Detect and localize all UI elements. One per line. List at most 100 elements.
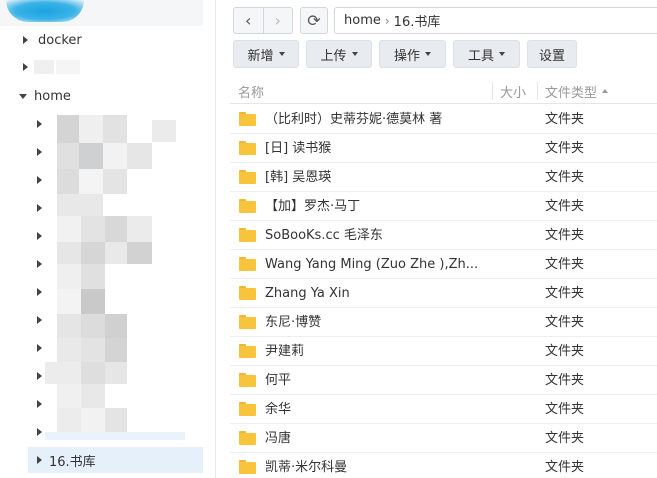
redacted-block [81,216,105,242]
file-station-window: docker home 16.书库 ‹ › ⟳ home › 16.书库 新增 … [0,0,657,478]
file-name: 【加】罗杰·马丁 [265,199,361,214]
file-type: 文件夹 [545,373,585,388]
path-bar[interactable]: home › 16.书库 [334,7,657,34]
dropdown-caret-icon [499,52,505,56]
redacted-block [79,115,103,143]
redacted-block [103,115,127,143]
collapse-arrow-icon[interactable] [18,91,28,101]
tree-item-library[interactable]: 16.书库 [28,447,203,473]
expand-arrow-icon[interactable] [34,287,44,297]
table-row[interactable]: Wang Yang Ming (Zuo Zhe ),Zh... 文件夹 [230,250,657,279]
file-type: 文件夹 [545,431,585,446]
redacted-block [57,242,81,264]
history-nav: ‹ › [233,7,293,34]
table-row[interactable]: 凯蒂·米尔科曼 文件夹 [230,453,657,478]
file-name: [日] 读书猴 [265,141,332,156]
forward-button[interactable]: › [262,8,293,33]
redacted-block [57,216,81,242]
tree-item-label: 16.书库 [49,454,96,470]
tools-button[interactable]: 工具 [453,40,520,68]
table-row[interactable]: Zhang Ya Xin 文件夹 [230,279,657,308]
redacted-block [105,216,127,242]
expand-arrow-icon[interactable] [34,455,44,465]
column-header-name[interactable]: 名称 [238,78,264,104]
action-button[interactable]: 操作 [379,40,446,68]
file-type: 文件夹 [545,315,585,330]
expand-arrow-icon[interactable] [34,231,44,241]
column-header-size[interactable]: 大小 [500,78,526,104]
file-type: 文件夹 [545,344,585,359]
settings-button-label: 设置 [538,48,565,64]
path-segment[interactable]: 16.书库 [394,11,441,30]
redacted-block [105,362,127,384]
expand-arrow-icon[interactable] [20,35,30,45]
expand-arrow-icon[interactable] [34,147,44,157]
redacted-block [79,169,103,194]
expand-arrow-icon[interactable] [34,119,44,129]
redacted-block [57,384,81,408]
sort-ascending-icon [602,89,609,93]
folder-icon [239,257,256,271]
redacted-block [57,169,79,194]
new-button[interactable]: 新增 [233,40,299,68]
redacted-block [34,60,54,74]
expand-arrow-icon[interactable] [34,343,44,353]
path-segment[interactable]: home [344,13,381,28]
table-row[interactable]: 冯唐 文件夹 [230,424,657,453]
tree-item-label: docker [38,32,82,48]
expand-arrow-icon[interactable] [34,371,44,381]
redacted-block [56,60,80,74]
column-divider[interactable] [492,82,493,100]
folder-icon [239,315,256,329]
path-separator-icon: › [384,13,390,28]
file-name: Wang Yang Ming (Zuo Zhe ),Zh... [265,257,479,272]
expand-arrow-icon[interactable] [34,259,44,269]
file-name: 余华 [265,402,292,417]
tree-item-docker[interactable]: docker [0,27,203,53]
settings-button[interactable]: 设置 [527,40,577,68]
redacted-block [57,338,81,362]
column-divider[interactable] [537,82,538,100]
folder-icon [239,199,256,213]
file-name: 尹建莉 [265,344,305,359]
expand-arrow-icon[interactable] [20,62,30,72]
upload-button-label: 上传 [320,48,347,64]
tree-item-redacted[interactable] [0,54,203,80]
dropdown-caret-icon [351,52,358,56]
column-header-type[interactable]: 文件类型 [545,78,609,104]
expand-arrow-icon[interactable] [34,175,44,185]
redacted-block [57,314,81,338]
redacted-block [57,289,81,314]
table-row[interactable]: 尹建莉 文件夹 [230,337,657,366]
back-button[interactable]: ‹ [234,8,263,33]
table-row[interactable]: 何平 文件夹 [230,366,657,395]
file-table-body: （比利时）史蒂芬妮·德莫林 著 文件夹 [日] 读书猴 文件夹 [韩] 吴恩瑛 … [230,105,657,478]
table-row[interactable]: （比利时）史蒂芬妮·德莫林 著 文件夹 [230,105,657,134]
expand-arrow-icon[interactable] [34,203,44,213]
tools-button-label: 工具 [467,48,494,64]
table-row[interactable]: SoBooKs.cc 毛泽东 文件夹 [230,221,657,250]
action-toolbar: 新增 上传 操作 工具 设置 [233,40,584,68]
folder-icon [239,373,256,387]
refresh-icon: ⟳ [307,11,321,30]
expand-arrow-icon[interactable] [34,315,44,325]
redacted-block [57,194,103,216]
folder-icon [239,228,256,242]
expand-arrow-icon[interactable] [34,399,44,409]
refresh-button[interactable]: ⟳ [300,7,328,34]
file-name: 冯唐 [265,431,292,446]
table-row[interactable]: [日] 读书猴 文件夹 [230,134,657,163]
redacted-block [81,362,105,384]
back-icon: ‹ [245,11,252,30]
upload-button[interactable]: 上传 [306,40,372,68]
file-type: 文件夹 [545,402,585,417]
table-row[interactable]: [韩] 吴恩瑛 文件夹 [230,163,657,192]
expand-arrow-icon[interactable] [34,427,44,437]
forward-icon: › [274,11,281,30]
tree-item-home[interactable]: home [0,83,203,109]
table-row[interactable]: 余华 文件夹 [230,395,657,424]
table-row[interactable]: 东尼·博赞 文件夹 [230,308,657,337]
redacted-block [81,384,105,408]
table-row[interactable]: 【加】罗杰·马丁 文件夹 [230,192,657,221]
redacted-block [105,314,127,338]
